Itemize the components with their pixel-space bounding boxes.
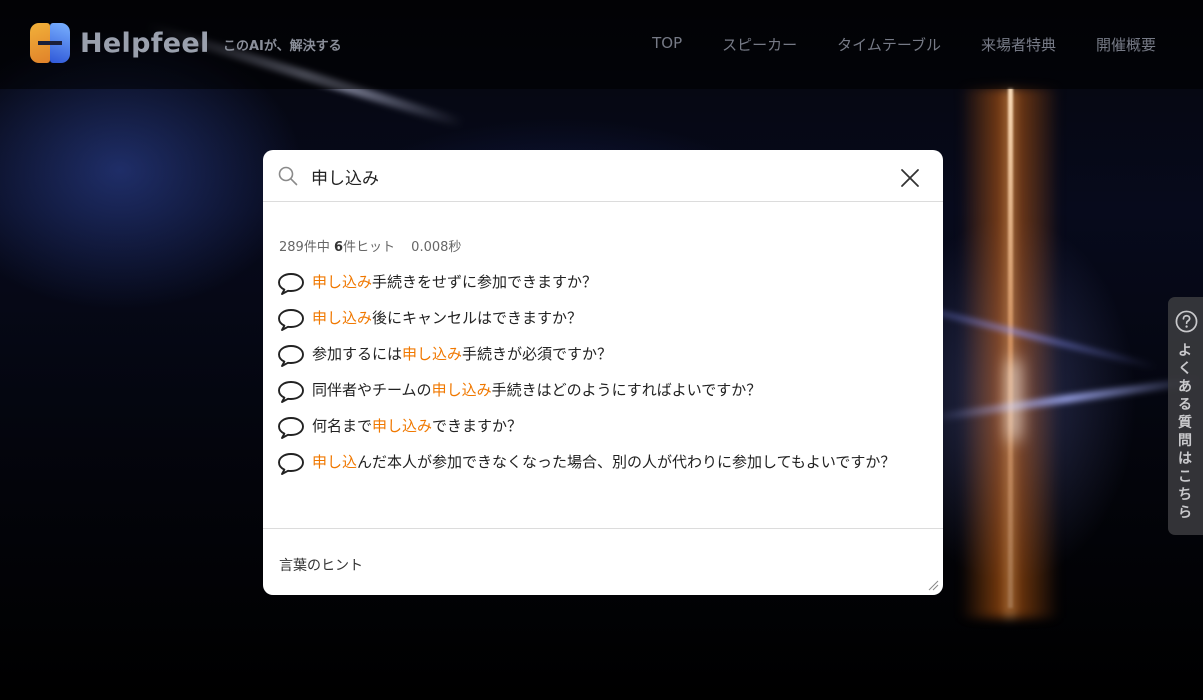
tagline: このAIが、解決する: [223, 39, 342, 54]
result-item[interactable]: 同伴者やチームの申し込み手続きはどのようにすればよいですか？: [277, 378, 917, 414]
result-highlight: 申し込み: [312, 273, 373, 291]
search-time: 0.008秒: [411, 240, 462, 255]
nav-item-timetable[interactable]: タイムテーブル: [837, 34, 941, 55]
helpfeel-logo[interactable]: Helpfeel: [30, 23, 210, 63]
result-item[interactable]: 申し込み後にキャンセルはできますか？: [277, 306, 917, 342]
result-highlight: 申し込み: [402, 345, 463, 363]
word-hint-label: 言葉のヒント: [279, 558, 363, 574]
result-post: 手続きをせずに参加できますか？: [372, 273, 598, 291]
site-header: Helpfeel このAIが、解決する TOP スピーカー タイムテーブル 来場…: [0, 0, 1203, 89]
hit-suffix: 件ヒット: [343, 240, 396, 255]
section-divider: [263, 528, 943, 529]
result-post: 後にキャンセルはできますか？: [372, 309, 583, 327]
result-highlight: 申し込み: [431, 381, 492, 399]
question-circle-icon: [1175, 310, 1198, 333]
result-text: 申し込んだ本人が参加できなくなった場合、別の人が代わりに参加してもよいですか？: [312, 450, 912, 474]
logo-mark-icon: [30, 23, 70, 63]
search-input[interactable]: [311, 161, 871, 191]
nav-item-visitor-benefits[interactable]: 来場者特典: [981, 34, 1056, 55]
result-pre: 同伴者やチームの: [312, 381, 432, 399]
result-highlight: 申し込み: [312, 309, 373, 327]
result-text: 何名まで申し込みできますか？: [312, 414, 912, 438]
result-post: できますか？: [432, 417, 523, 435]
result-item[interactable]: 参加するには申し込み手続きが必須ですか？: [277, 342, 917, 378]
nav-item-overview[interactable]: 開催概要: [1096, 34, 1156, 55]
result-pre: 参加するには: [312, 345, 403, 363]
result-text: 申し込み手続きをせずに参加できますか？: [312, 270, 912, 294]
result-item[interactable]: 何名まで申し込みできますか？: [277, 414, 917, 450]
nav-item-top[interactable]: TOP: [652, 34, 682, 55]
speech-bubble-icon: [278, 273, 304, 295]
faq-side-tab[interactable]: よくある質問はこちら: [1168, 297, 1203, 535]
result-highlight: 申し込み: [372, 417, 433, 435]
light-streak: [1008, 88, 1013, 608]
result-post: んだ本人が参加できなくなった場合、別の人が代わりに参加してもよいですか？: [357, 453, 896, 471]
result-list: 申し込み手続きをせずに参加できますか？ 申し込み後にキャンセルはできますか？ 参…: [277, 270, 917, 486]
speech-bubble-icon: [278, 453, 304, 475]
light-glow: [1008, 360, 1020, 440]
result-post: 手続きはどのようにすればよいですか？: [491, 381, 762, 399]
search-icon: [278, 166, 298, 186]
result-item[interactable]: 申し込み手続きをせずに参加できますか？: [277, 270, 917, 306]
result-item[interactable]: 申し込んだ本人が参加できなくなった場合、別の人が代わりに参加してもよいですか？: [277, 450, 917, 486]
close-icon[interactable]: [899, 167, 921, 189]
speech-bubble-icon: [278, 309, 304, 331]
hit-count: 6: [333, 240, 344, 255]
main-nav: TOP スピーカー タイムテーブル 来場者特典 開催概要: [652, 34, 1156, 55]
result-stats: 289件中 6件ヒット 0.008秒: [279, 236, 461, 255]
total-count: 289件中: [279, 240, 330, 255]
result-pre: 何名まで: [312, 417, 373, 435]
resize-handle-icon[interactable]: [927, 579, 939, 591]
speech-bubble-icon: [278, 345, 304, 367]
speech-bubble-icon: [278, 381, 304, 403]
speech-bubble-icon: [278, 417, 304, 439]
result-post: 手続きが必須ですか？: [462, 345, 613, 363]
result-text: 申し込み後にキャンセルはできますか？: [312, 306, 912, 330]
search-bar: [263, 150, 943, 202]
result-text: 参加するには申し込み手続きが必須ですか？: [312, 342, 912, 366]
faq-tab-label: よくある質問はこちら: [1178, 343, 1192, 521]
logo-text: Helpfeel: [80, 27, 210, 59]
nav-item-speakers[interactable]: スピーカー: [722, 34, 797, 55]
result-text: 同伴者やチームの申し込み手続きはどのようにすればよいですか？: [312, 378, 912, 402]
search-modal: 289件中 6件ヒット 0.008秒 申し込み手続きをせずに参加できますか？ 申…: [263, 150, 943, 595]
result-highlight: 申し込: [312, 453, 358, 471]
